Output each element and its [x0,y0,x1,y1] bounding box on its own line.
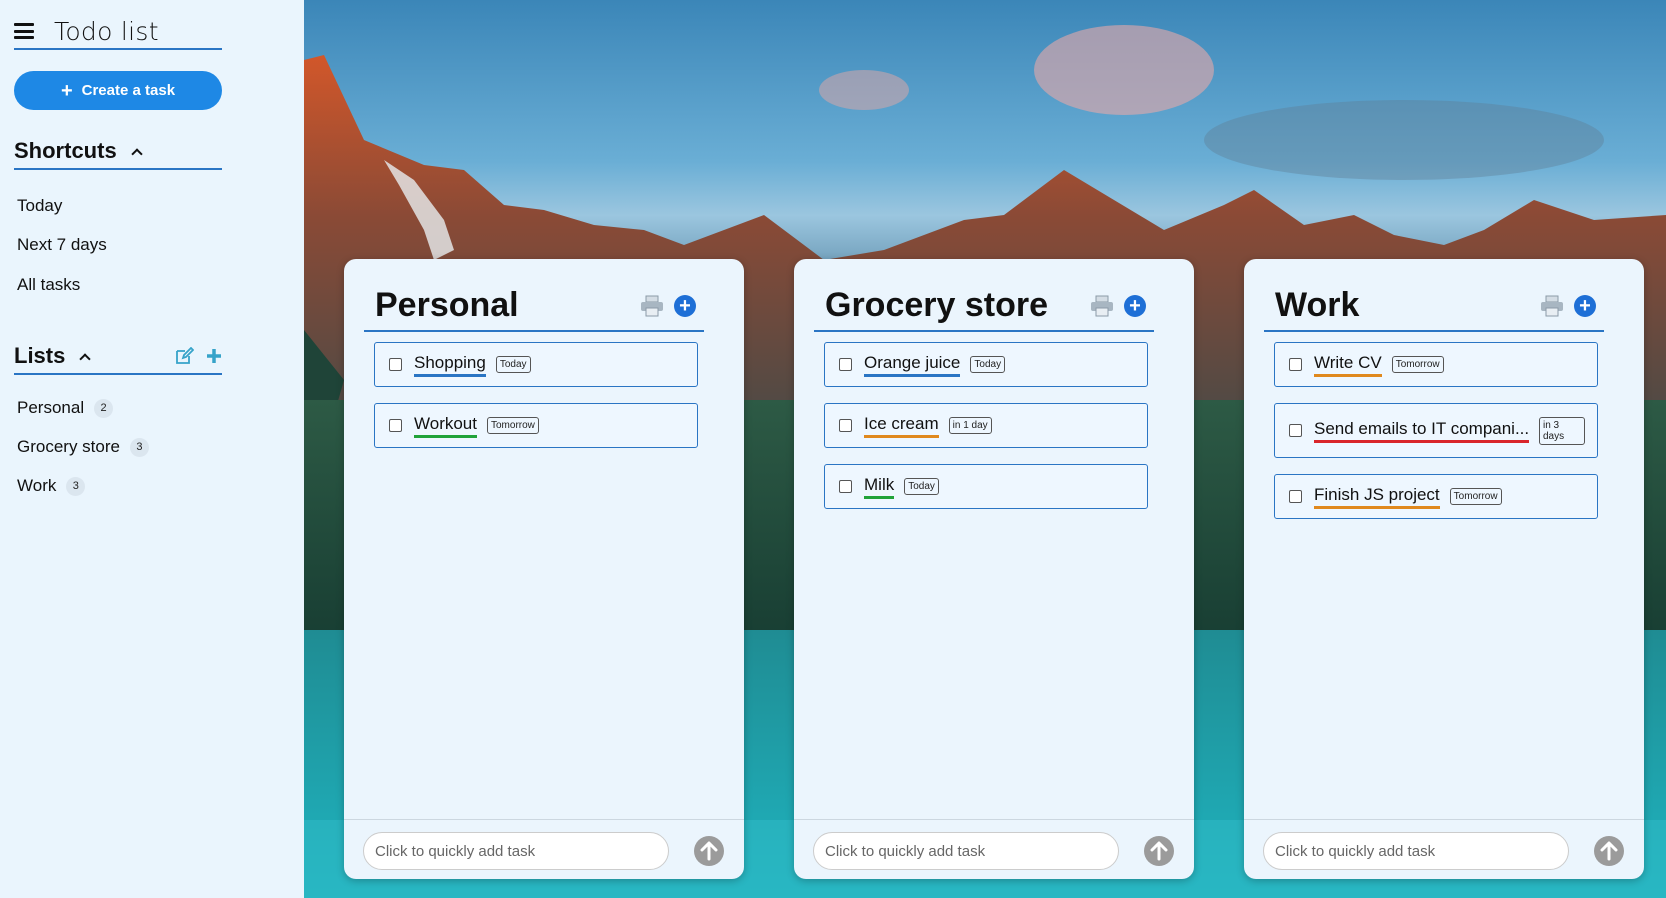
shortcut-today[interactable]: Today [17,196,62,216]
quick-add-bar [1244,819,1644,879]
add-task-icon[interactable]: + [1124,294,1146,317]
add-task-icon[interactable]: + [674,294,696,317]
printer-icon[interactable] [640,295,664,317]
task-name: Milk [864,475,895,499]
shortcuts-header: Shortcuts [14,134,222,170]
quick-add-input[interactable] [813,832,1119,870]
quick-add-input[interactable] [1263,832,1569,870]
task-item[interactable]: Milk Today [824,464,1148,509]
submit-arrow-up-icon[interactable] [1594,836,1624,866]
quick-add-bar [344,819,744,879]
card-header: Grocery store + [814,281,1154,332]
quick-add-input[interactable] [363,832,669,870]
task-checkbox[interactable] [389,419,402,432]
due-badge: Today [904,478,939,495]
count-badge: 3 [66,476,86,496]
plus-icon: + [60,79,73,102]
task-item[interactable]: Send emails to IT compani... in 3 days [1274,403,1598,458]
card-header: Work + [1264,281,1604,332]
due-badge: Tomorrow [487,417,539,434]
due-badge: Tomorrow [1391,356,1444,373]
submit-arrow-up-icon[interactable] [694,836,724,866]
task-item[interactable]: Shopping Today [374,342,698,387]
shortcut-label: Today [17,196,63,215]
task-name: Ice cream [864,414,939,438]
add-task-icon[interactable]: + [1574,294,1596,317]
task-name: Workout [414,414,477,438]
task-list: Shopping Today Workout Tomorrow [374,342,698,464]
list-card-grocery-store: Grocery store + Orange juice Today Ice c… [794,259,1194,879]
task-checkbox[interactable] [1289,490,1302,503]
list-card-work: Work + Write CV Tomorrow Send emails to … [1244,259,1644,879]
task-list: Orange juice Today Ice cream in 1 day Mi… [824,342,1148,525]
task-checkbox[interactable] [1289,358,1302,371]
shortcut-next-7-days[interactable]: Next 7 days [17,235,107,255]
quick-add-bar [794,819,1194,879]
card-title: Personal [375,286,519,324]
lists-title: Lists [14,343,66,368]
task-item[interactable]: Workout Tomorrow [374,403,698,448]
chevron-up-icon[interactable] [79,352,92,365]
app-title: Todo list [54,16,159,46]
edit-icon[interactable] [175,347,194,365]
create-task-button[interactable]: + Create a task [14,71,222,110]
task-name: Finish JS project [1314,485,1440,509]
task-item[interactable]: Write CV Tomorrow [1274,342,1598,387]
chevron-up-icon[interactable] [131,147,143,160]
task-checkbox[interactable] [1289,424,1302,437]
create-task-label: Create a task [81,82,176,99]
shortcut-label: Next 7 days [17,235,107,254]
sidebar: Todo list + Create a task Shortcuts Toda… [0,0,304,898]
list-item-personal[interactable]: Personal 2 [17,398,114,418]
task-checkbox[interactable] [839,358,852,371]
task-checkbox[interactable] [839,419,852,432]
count-badge: 2 [94,398,114,418]
shortcut-label: All tasks [17,275,81,294]
card-title: Work [1275,286,1360,324]
due-badge: in 3 days [1539,416,1585,445]
task-name: Send emails to IT compani... [1314,419,1530,443]
lists-header: Lists [14,339,222,375]
submit-arrow-up-icon[interactable] [1144,836,1174,866]
hamburger-menu-icon[interactable] [14,23,34,39]
task-item[interactable]: Orange juice Today [824,342,1148,387]
due-badge: in 1 day [948,417,992,434]
app-header: Todo list [14,14,222,50]
shortcut-all-tasks[interactable]: All tasks [17,275,80,295]
printer-icon[interactable] [1090,295,1114,317]
count-badge: 3 [129,437,149,457]
task-checkbox[interactable] [839,480,852,493]
add-list-icon[interactable] [206,348,222,364]
task-list: Write CV Tomorrow Send emails to IT comp… [1274,342,1598,535]
due-badge: Today [495,356,531,373]
list-card-personal: Personal + Shopping Today Workout Tomorr… [344,259,744,879]
list-label: Work [17,476,57,495]
task-checkbox[interactable] [389,358,402,371]
card-header: Personal + [364,281,704,332]
task-name: Shopping [414,353,486,377]
task-name: Write CV [1314,353,1382,377]
due-badge: Tomorrow [1449,488,1502,505]
printer-icon[interactable] [1540,295,1564,317]
list-item-grocery-store[interactable]: Grocery store 3 [17,437,149,457]
list-item-work[interactable]: Work 3 [17,476,86,496]
list-label: Grocery store [17,437,120,456]
task-item[interactable]: Finish JS project Tomorrow [1274,474,1598,519]
shortcuts-title: Shortcuts [14,138,117,163]
card-title: Grocery store [825,286,1048,324]
task-name: Orange juice [864,353,961,377]
list-label: Personal [17,398,85,417]
task-item[interactable]: Ice cream in 1 day [824,403,1148,448]
due-badge: Today [970,356,1006,373]
